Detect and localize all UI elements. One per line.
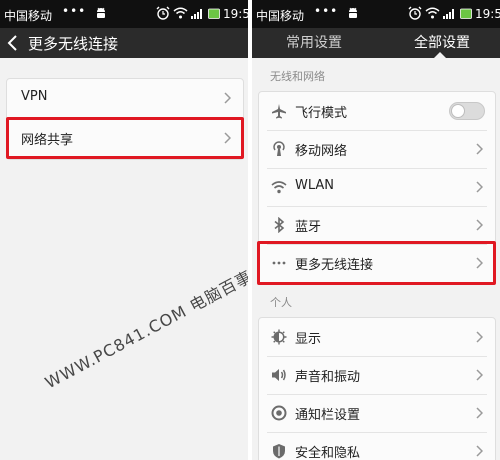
list-item-wlan[interactable]: WLAN (259, 168, 495, 206)
android-icon (349, 7, 357, 18)
status-dots: ••• (314, 4, 339, 18)
chevron-right-icon (476, 219, 483, 231)
carrier-name: 中国移动 (4, 9, 53, 23)
status-time: 19:55 (475, 7, 500, 21)
notification-icon (271, 405, 287, 421)
list-item-label: 网络共享 (21, 133, 74, 148)
list-item-airplane-mode[interactable]: 飞行模式 (259, 92, 495, 130)
more-wireless-card: VPN 网络共享 (6, 78, 244, 160)
section-header-personal: 个人 (270, 296, 292, 309)
list-item-label: VPN (21, 89, 48, 104)
list-item-notification-bar[interactable]: 通知栏设置 (259, 394, 495, 432)
list-item-tethering[interactable]: 网络共享 (7, 119, 243, 157)
bluetooth-icon (274, 217, 285, 233)
section-header-wireless: 无线和网络 (270, 70, 325, 83)
status-bar: 中国移动 ••• 19:55 (0, 0, 248, 28)
chevron-right-icon (476, 181, 483, 193)
left-screen: 中国移动 ••• 19:55 更多无线连接 VPN (0, 0, 248, 460)
list-item-bluetooth[interactable]: 蓝牙 (259, 206, 495, 244)
tab-bar: 常用设置 全部设置 (252, 28, 500, 58)
alarm-icon (156, 6, 170, 20)
display-icon (271, 329, 287, 345)
page-title: 更多无线连接 (28, 35, 119, 53)
list-item-label: 通知栏设置 (295, 408, 361, 423)
list-item-more-wireless[interactable]: 更多无线连接 (259, 244, 495, 282)
chevron-right-icon (224, 132, 231, 144)
list-item-label: 显示 (295, 332, 322, 347)
signal-icon (191, 9, 202, 19)
selected-tab-indicator (434, 52, 446, 58)
signal-icon (443, 9, 454, 19)
personal-card: 显示 声音和振动 通知栏设置 安全和隐私 (258, 317, 496, 460)
status-dots: ••• (62, 4, 87, 18)
list-item-label: 安全和隐私 (295, 446, 361, 460)
carrier-name: 中国移动 (256, 9, 305, 23)
title-bar: 更多无线连接 (0, 28, 248, 58)
watermark: WWW.PC841.COM 电脑百事网 (41, 258, 248, 393)
chevron-right-icon (476, 143, 483, 155)
list-item-vpn[interactable]: VPN (7, 79, 243, 117)
mobile-network-icon (273, 141, 285, 156)
wireless-card: 飞行模式 移动网络 WLAN 蓝牙 更多无线连接 (258, 91, 496, 285)
list-item-label: 更多无线连接 (295, 258, 374, 273)
back-arrow-icon[interactable] (6, 34, 20, 52)
airplane-mode-toggle[interactable] (449, 102, 485, 120)
chevron-right-icon (476, 331, 483, 343)
wifi-icon (173, 7, 188, 19)
airplane-icon (272, 104, 286, 119)
battery-icon (460, 8, 472, 19)
status-bar: 中国移动 ••• 19:55 (252, 0, 500, 28)
sound-icon (272, 369, 286, 381)
tab-label: 全部设置 (414, 35, 470, 51)
list-item-mobile-network[interactable]: 移动网络 (259, 130, 495, 168)
wifi-icon (271, 181, 287, 194)
list-item-security-privacy[interactable]: 安全和隐私 (259, 432, 495, 460)
battery-icon (208, 8, 220, 19)
list-item-label: 飞行模式 (295, 106, 348, 121)
list-item-label: 声音和振动 (295, 370, 361, 385)
alarm-icon (408, 6, 422, 20)
wifi-icon (425, 7, 440, 19)
chevron-right-icon (476, 369, 483, 381)
tab-label: 常用设置 (286, 35, 342, 51)
list-item-sound-vibration[interactable]: 声音和振动 (259, 356, 495, 394)
list-item-label: 移动网络 (295, 144, 348, 159)
chevron-right-icon (476, 257, 483, 269)
right-screen: 中国移动 ••• 19:55 常用设置 全部设置 (252, 0, 500, 460)
chevron-right-icon (476, 407, 483, 419)
status-time: 19:55 (223, 7, 248, 21)
tab-common-settings[interactable]: 常用设置 (286, 28, 342, 58)
chevron-right-icon (224, 92, 231, 104)
toggle-knob (451, 104, 465, 118)
more-dots-icon (272, 261, 286, 265)
chevron-right-icon (476, 445, 483, 457)
android-icon (97, 7, 105, 18)
list-item-label: 蓝牙 (295, 220, 322, 235)
list-item-display[interactable]: 显示 (259, 318, 495, 356)
list-item-label: WLAN (295, 178, 335, 193)
tab-all-settings[interactable]: 全部设置 (414, 28, 470, 58)
security-icon (273, 444, 285, 459)
